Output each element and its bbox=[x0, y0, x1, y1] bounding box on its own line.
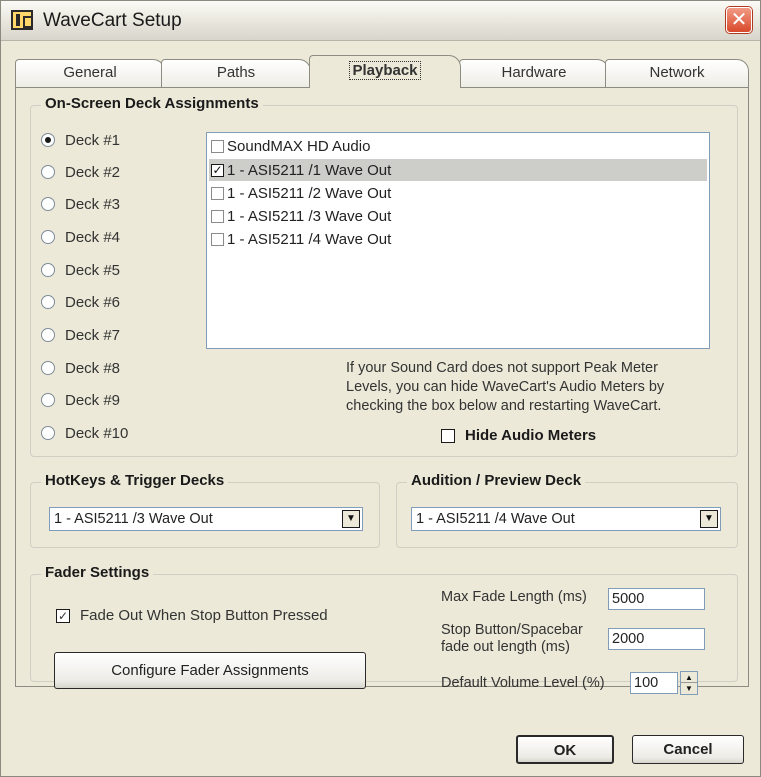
hide-audio-meters-checkbox[interactable]: Hide Audio Meters bbox=[441, 427, 596, 444]
checkbox-box[interactable] bbox=[441, 428, 455, 443]
device-label: 1 - ASI5211 /1 Wave Out bbox=[227, 161, 392, 179]
deck-label: Deck #7 bbox=[65, 326, 121, 344]
tab-playback-label: Playback bbox=[349, 61, 421, 80]
deck-label: Deck #9 bbox=[65, 391, 121, 409]
deck-radio-7[interactable]: Deck #7 bbox=[41, 324, 120, 346]
device-checkbox[interactable] bbox=[211, 232, 224, 246]
deck-radio-6[interactable]: Deck #6 bbox=[41, 291, 120, 313]
radio-button[interactable] bbox=[41, 328, 55, 342]
device-checkbox[interactable]: ✓ bbox=[211, 163, 224, 177]
note-line: Levels, you can hide WaveCart's Audio Me… bbox=[346, 379, 665, 395]
device-label: 1 - ASI5211 /3 Wave Out bbox=[227, 207, 392, 225]
deck-label: Deck #4 bbox=[65, 228, 121, 246]
spin-up-icon[interactable]: ▲ bbox=[681, 672, 697, 683]
radio-button[interactable] bbox=[41, 295, 55, 309]
wavecart-app-icon bbox=[11, 10, 33, 30]
volume-stepper[interactable]: ▲ ▼ bbox=[680, 671, 698, 695]
audition-selected-value: 1 - ASI5211 /4 Wave Out bbox=[416, 511, 575, 527]
hide-meters-label: Hide Audio Meters bbox=[465, 427, 597, 444]
radio-button[interactable] bbox=[41, 165, 55, 179]
device-label: 1 - ASI5211 /4 Wave Out bbox=[227, 230, 392, 248]
tab-hardware[interactable]: Hardware bbox=[459, 59, 609, 87]
radio-button[interactable] bbox=[41, 393, 55, 407]
max-fade-input[interactable]: 5000 bbox=[608, 588, 705, 610]
device-checkbox[interactable] bbox=[211, 209, 224, 223]
default-volume-label: Default Volume Level (%) bbox=[441, 675, 605, 691]
list-item[interactable]: 1 - ASI5211 /4 Wave Out bbox=[209, 228, 707, 250]
stop-fade-input[interactable]: 2000 bbox=[608, 628, 705, 650]
device-checkbox[interactable] bbox=[211, 186, 224, 200]
radio-button[interactable] bbox=[41, 361, 55, 375]
deck-label: Deck #6 bbox=[65, 293, 121, 311]
stop-fade-label-line1: Stop Button/Spacebar bbox=[441, 622, 583, 638]
note-line: checking the box below and restarting Wa… bbox=[346, 398, 662, 414]
checkbox-box[interactable]: ✓ bbox=[56, 608, 70, 623]
deck-radio-5[interactable]: Deck #5 bbox=[41, 259, 120, 281]
deck-label: Deck #8 bbox=[65, 359, 121, 377]
fade-out-checkbox[interactable]: ✓ Fade Out When Stop Button Pressed bbox=[56, 607, 328, 624]
radio-button[interactable] bbox=[41, 263, 55, 277]
list-item[interactable]: ✓ 1 - ASI5211 /1 Wave Out bbox=[209, 159, 707, 181]
close-icon[interactable]: ✕ bbox=[726, 7, 752, 33]
fade-out-label: Fade Out When Stop Button Pressed bbox=[80, 607, 328, 624]
hotkeys-selected-value: 1 - ASI5211 /3 Wave Out bbox=[54, 511, 213, 527]
configure-fader-button[interactable]: Configure Fader Assignments bbox=[54, 652, 366, 689]
tab-playback[interactable]: Playback bbox=[309, 55, 461, 88]
setup-window: WaveCart Setup ✕ General Paths Hardware … bbox=[0, 0, 761, 777]
note-line: If your Sound Card does not support Peak… bbox=[346, 360, 658, 376]
deck-label: Deck #3 bbox=[65, 195, 121, 213]
audition-title: Audition / Preview Deck bbox=[407, 472, 586, 489]
chevron-down-icon[interactable]: ▼ bbox=[700, 510, 718, 528]
deck-assignments-title: On-Screen Deck Assignments bbox=[41, 95, 263, 112]
deck-radio-8[interactable]: Deck #8 bbox=[41, 357, 120, 379]
ok-button[interactable]: OK bbox=[516, 735, 614, 764]
hotkeys-title: HotKeys & Trigger Decks bbox=[41, 472, 229, 489]
tab-strip: General Paths Hardware Network Playback bbox=[15, 55, 749, 88]
device-label: SoundMAX HD Audio bbox=[227, 137, 371, 155]
radio-button[interactable] bbox=[41, 133, 55, 147]
stop-fade-label-line2: fade out length (ms) bbox=[441, 639, 570, 655]
tab-general[interactable]: General bbox=[15, 59, 165, 87]
window-title: WaveCart Setup bbox=[43, 10, 182, 31]
deck-label: Deck #10 bbox=[65, 424, 129, 442]
cancel-button[interactable]: Cancel bbox=[632, 735, 744, 764]
audition-deck-select[interactable]: 1 - ASI5211 /4 Wave Out ▼ bbox=[411, 507, 721, 531]
deck-radio-10[interactable]: Deck #10 bbox=[41, 422, 128, 444]
deck-label: Deck #5 bbox=[65, 261, 121, 279]
radio-button[interactable] bbox=[41, 197, 55, 211]
radio-button[interactable] bbox=[41, 230, 55, 244]
list-item[interactable]: SoundMAX HD Audio bbox=[209, 135, 707, 157]
max-fade-label: Max Fade Length (ms) bbox=[441, 589, 587, 605]
fader-settings-title: Fader Settings bbox=[41, 564, 154, 581]
default-volume-input[interactable]: 100 bbox=[630, 672, 678, 694]
tab-paths[interactable]: Paths bbox=[161, 59, 311, 87]
deck-radio-2[interactable]: Deck #2 bbox=[41, 161, 120, 183]
title-bar[interactable]: WaveCart Setup ✕ bbox=[1, 1, 760, 41]
tab-network[interactable]: Network bbox=[605, 59, 749, 87]
radio-button[interactable] bbox=[41, 426, 55, 440]
chevron-down-icon[interactable]: ▼ bbox=[342, 510, 360, 528]
deck-radio-3[interactable]: Deck #3 bbox=[41, 193, 120, 215]
hotkeys-deck-select[interactable]: 1 - ASI5211 /3 Wave Out ▼ bbox=[49, 507, 363, 531]
deck-label: Deck #2 bbox=[65, 163, 121, 181]
spin-down-icon[interactable]: ▼ bbox=[681, 683, 697, 694]
deck-radio-4[interactable]: Deck #4 bbox=[41, 226, 120, 248]
device-checkbox[interactable] bbox=[211, 139, 224, 153]
peak-meter-note: If your Sound Card does not support Peak… bbox=[346, 359, 716, 416]
output-device-list[interactable]: SoundMAX HD Audio ✓ 1 - ASI5211 /1 Wave O… bbox=[206, 132, 710, 349]
list-item[interactable]: 1 - ASI5211 /3 Wave Out bbox=[209, 205, 707, 227]
deck-radio-1[interactable]: Deck #1 bbox=[41, 129, 120, 151]
list-item[interactable]: 1 - ASI5211 /2 Wave Out bbox=[209, 182, 707, 204]
deck-radio-9[interactable]: Deck #9 bbox=[41, 389, 120, 411]
deck-label: Deck #1 bbox=[65, 131, 121, 149]
device-label: 1 - ASI5211 /2 Wave Out bbox=[227, 184, 392, 202]
